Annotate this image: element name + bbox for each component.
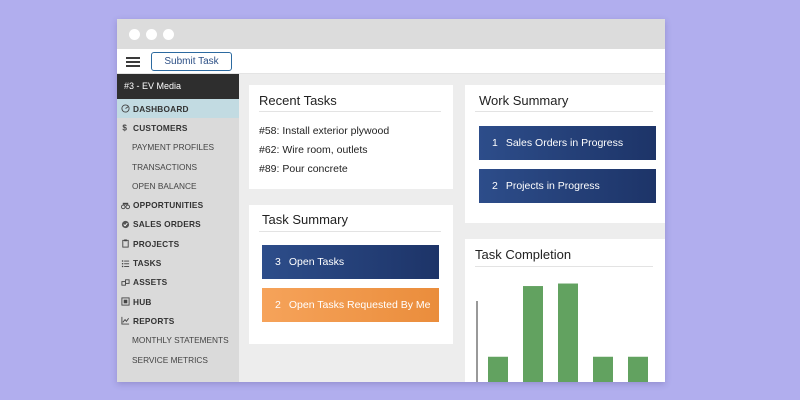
sidebar-item-reports[interactable]: REPORTS xyxy=(117,311,239,330)
sidebar-item-label: OPPORTUNITIES xyxy=(133,200,204,211)
task-completion-card: Task Completion xyxy=(465,239,665,382)
hub-icon xyxy=(120,297,130,307)
binoculars-icon xyxy=(120,200,130,210)
sidebar-item-label: SERVICE METRICS xyxy=(132,354,208,365)
sidebar-item-projects[interactable]: PROJECTS xyxy=(117,234,239,253)
sales-orders-in-progress-button[interactable]: 1 Sales Orders in Progress xyxy=(479,126,656,160)
check-circle-icon xyxy=(120,219,130,229)
divider xyxy=(259,231,441,232)
title-bar xyxy=(117,19,665,49)
sidebar-item-label: TASKS xyxy=(133,258,162,269)
submit-task-button[interactable]: Submit Task xyxy=(151,52,232,71)
window-dot-icon[interactable] xyxy=(163,29,174,40)
sidebar-item-hub[interactable]: HUB xyxy=(117,292,239,311)
sidebar-item-payment-profiles[interactable]: PAYMENT PROFILES xyxy=(117,138,239,157)
sidebar-item-sales-orders[interactable]: SALES ORDERS xyxy=(117,215,239,234)
projects-in-progress-button[interactable]: 2 Projects in Progress xyxy=(479,169,656,203)
sidebar-item-label: DASHBOARD xyxy=(133,103,189,114)
chart-line-icon xyxy=(120,316,130,326)
sidebar-item-customers[interactable]: $ CUSTOMERS xyxy=(117,118,239,137)
chart-bar[interactable] xyxy=(593,356,613,382)
sidebar-item-assets[interactable]: ASSETS xyxy=(117,273,239,292)
sidebar-nav: DASHBOARD $ CUSTOMERS PAYMENT PROFILES TRANS… xyxy=(117,99,239,369)
window-dot-icon[interactable] xyxy=(129,29,140,40)
sidebar-item-label: MONTHLY STATEMENTS xyxy=(132,335,229,346)
sidebar-item-label: HUB xyxy=(133,296,152,307)
chart-bar[interactable] xyxy=(558,283,578,382)
recent-task-item[interactable]: #58: Install exterior plywood xyxy=(259,125,389,137)
recent-tasks-card: Recent Tasks #58: Install exterior plywo… xyxy=(249,85,453,189)
open-tasks-requested-button[interactable]: 2 Open Tasks Requested By Me xyxy=(262,288,439,322)
sidebar-item-label: ASSETS xyxy=(133,277,168,288)
recent-task-item[interactable]: #62: Wire room, outlets xyxy=(259,144,368,156)
chart-bar[interactable] xyxy=(523,286,543,382)
recent-tasks-title: Recent Tasks xyxy=(259,93,337,108)
cubes-icon xyxy=(120,277,130,287)
list-icon xyxy=(120,258,130,268)
divider xyxy=(475,111,653,112)
chart-bar[interactable] xyxy=(628,356,648,382)
sidebar-item-label: TRANSACTIONS xyxy=(132,161,197,172)
sidebar-item-label: OPEN BALANCE xyxy=(132,180,197,191)
sidebar-item-open-balance[interactable]: OPEN BALANCE xyxy=(117,176,239,195)
account-label[interactable]: #3 - EV Media xyxy=(117,74,239,99)
task-completion-chart xyxy=(476,283,648,382)
dollar-icon: $ xyxy=(120,123,130,133)
task-summary-card: Task Summary 3 Open Tasks 2 Open Tasks Req… xyxy=(249,205,453,344)
sidebar-item-monthly-statements[interactable]: MONTHLY STATEMENTS xyxy=(117,331,239,350)
dashboard-icon xyxy=(120,104,130,114)
work-summary-title: Work Summary xyxy=(479,93,569,108)
open-tasks-button[interactable]: 3 Open Tasks xyxy=(262,245,439,279)
work-summary-card: Work Summary 1 Sales Orders in Progress 2… xyxy=(465,85,665,223)
clipboard-icon xyxy=(120,239,130,249)
sidebar-item-label: PROJECTS xyxy=(133,238,180,249)
top-toolbar: Submit Task xyxy=(117,49,665,74)
svg-text:$: $ xyxy=(122,124,127,132)
divider xyxy=(259,111,441,112)
sidebar-item-dashboard[interactable]: DASHBOARD xyxy=(117,99,239,119)
window-dot-icon[interactable] xyxy=(146,29,157,40)
sidebar-item-label: CUSTOMERS xyxy=(133,122,188,133)
sidebar: #3 - EV Media DASHBOARD $ CUSTOMERS PAYMENT… xyxy=(117,74,239,382)
sidebar-item-label: SALES ORDERS xyxy=(133,219,201,230)
sidebar-item-label: REPORTS xyxy=(133,315,175,326)
sidebar-item-service-metrics[interactable]: SERVICE METRICS xyxy=(117,350,239,369)
browser-window: Submit Task #3 - EV Media DASHBOARD $ CUST… xyxy=(117,19,665,382)
sidebar-item-label: PAYMENT PROFILES xyxy=(132,142,215,153)
sidebar-item-opportunities[interactable]: OPPORTUNITIES xyxy=(117,195,239,214)
recent-task-item[interactable]: #89: Pour concrete xyxy=(259,163,348,175)
sidebar-item-transactions[interactable]: TRANSACTIONS xyxy=(117,157,239,176)
hamburger-menu-icon[interactable] xyxy=(126,57,140,67)
sidebar-item-tasks[interactable]: TASKS xyxy=(117,253,239,272)
chart-bar[interactable] xyxy=(488,356,508,382)
task-summary-title: Task Summary xyxy=(262,212,348,227)
